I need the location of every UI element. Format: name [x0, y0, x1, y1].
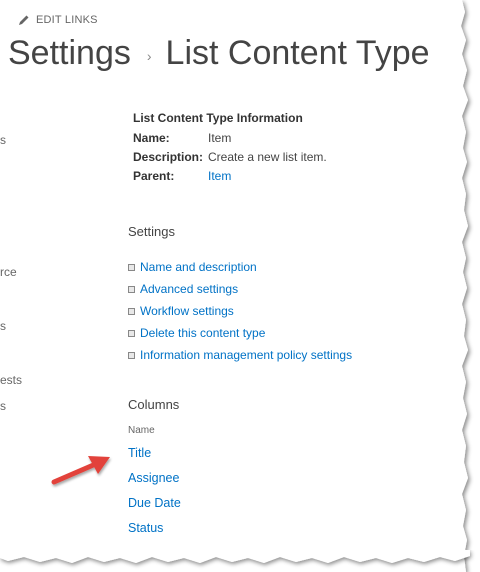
- settings-item: Name and description: [128, 256, 352, 278]
- delete-content-type-link[interactable]: Delete this content type: [140, 326, 265, 340]
- settings-item: Information management policy settings: [128, 344, 352, 366]
- bullet-icon: [128, 351, 135, 359]
- settings-item: Delete this content type: [128, 322, 352, 344]
- info-row-name: Name: Item: [133, 131, 327, 146]
- left-nav-item[interactable]: s: [0, 319, 6, 333]
- info-row-description: Description: Create a new list item.: [133, 150, 327, 165]
- page-title: Settings › List Content Type: [8, 34, 430, 73]
- columns-list: Title Assignee Due Date Status: [128, 446, 181, 546]
- column-assignee-link[interactable]: Assignee: [128, 471, 181, 496]
- edit-links-button[interactable]: EDIT LINKS: [18, 14, 98, 26]
- columns-name-header: Name: [128, 425, 155, 436]
- settings-section-title: Settings: [128, 224, 175, 239]
- parent-label: Parent:: [133, 169, 175, 183]
- name-label: Name:: [133, 131, 170, 145]
- breadcrumb-separator-icon: ›: [146, 47, 152, 64]
- column-due-date-link[interactable]: Due Date: [128, 496, 181, 521]
- info-heading: List Content Type Information: [133, 111, 303, 125]
- information-management-policy-link[interactable]: Information management policy settings: [140, 348, 352, 362]
- column-title-link[interactable]: Title: [128, 446, 181, 471]
- bullet-icon: [128, 263, 135, 271]
- column-status-link[interactable]: Status: [128, 521, 181, 546]
- torn-edge-bottom: [0, 550, 470, 563]
- left-nav-item[interactable]: rce: [0, 265, 17, 279]
- bullet-icon: [128, 307, 135, 315]
- bullet-icon: [128, 285, 135, 293]
- left-nav-item[interactable]: s: [0, 399, 6, 413]
- settings-item: Advanced settings: [128, 278, 352, 300]
- pencil-icon: [19, 15, 29, 25]
- breadcrumb-current: List Content Type: [165, 34, 430, 72]
- left-nav-item[interactable]: s: [0, 133, 6, 147]
- settings-list: Name and description Advanced settings W…: [128, 256, 352, 366]
- info-row-parent: Parent: Item: [133, 169, 327, 184]
- settings-item: Workflow settings: [128, 300, 352, 322]
- edit-links-label: EDIT LINKS: [36, 14, 98, 26]
- name-and-description-link[interactable]: Name and description: [140, 260, 257, 274]
- columns-section-title: Columns: [128, 397, 180, 412]
- description-label: Description:: [133, 150, 204, 164]
- page: EDIT LINKS Settings › List Content Type …: [0, 0, 462, 560]
- left-nav-item[interactable]: ests: [0, 373, 22, 387]
- torn-edge-right: [456, 0, 468, 572]
- content-type-info: List Content Type Information Name: Item…: [133, 111, 327, 188]
- name-value: Item: [208, 131, 232, 145]
- red-arrow-icon: [51, 456, 110, 485]
- bullet-icon: [128, 329, 135, 337]
- breadcrumb-parent[interactable]: Settings: [8, 34, 131, 73]
- description-value: Create a new list item.: [208, 150, 327, 164]
- advanced-settings-link[interactable]: Advanced settings: [140, 282, 238, 296]
- workflow-settings-link[interactable]: Workflow settings: [140, 304, 234, 318]
- parent-link[interactable]: Item: [208, 169, 231, 184]
